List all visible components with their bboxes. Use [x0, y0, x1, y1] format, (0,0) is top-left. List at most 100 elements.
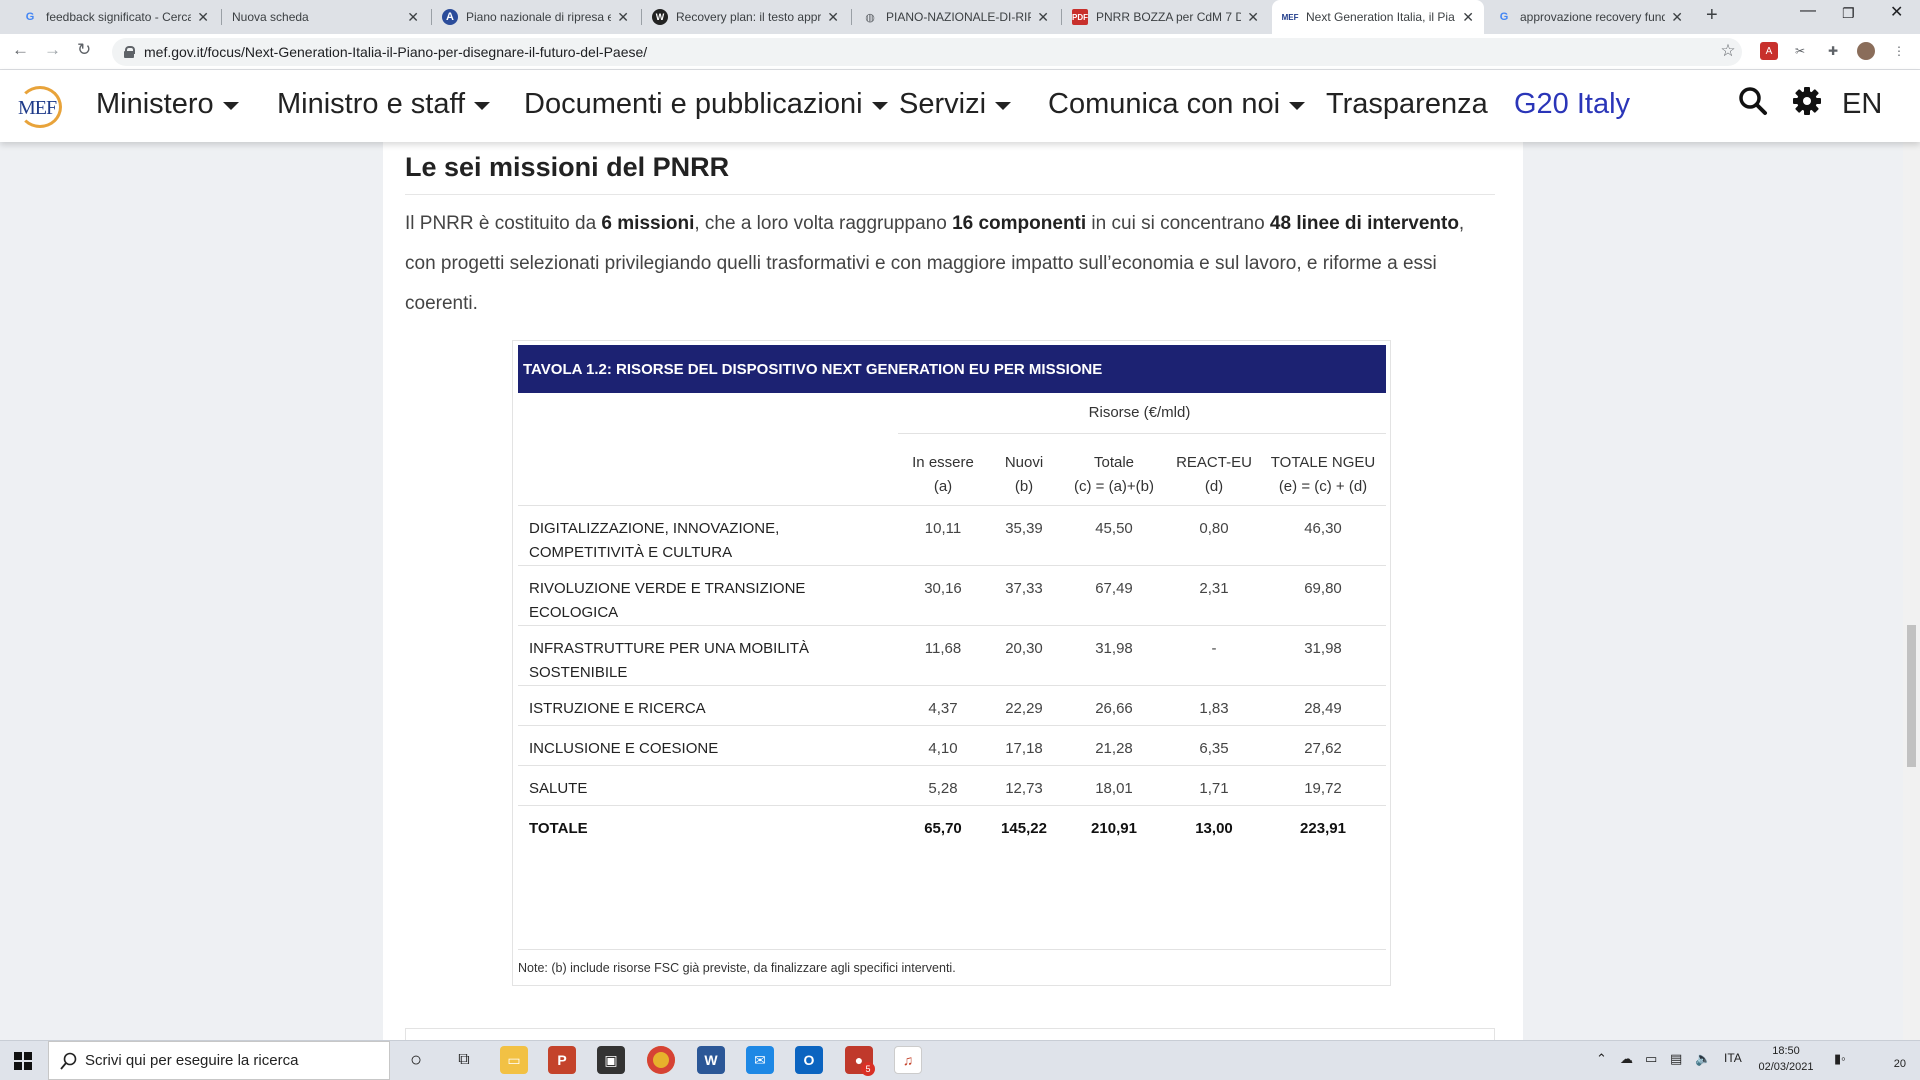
onedrive-icon[interactable]: ☁	[1620, 1051, 1633, 1067]
mef-logo[interactable]: MEF	[16, 84, 66, 130]
table-row-divider	[518, 805, 1386, 806]
table-cell: 4,37	[928, 700, 958, 717]
tab-next-generation[interactable]: MEF Next Generation Italia, il Pia ✕	[1272, 0, 1484, 34]
menu-label: Documenti e pubblicazioni	[524, 88, 863, 120]
input-language[interactable]: ITA	[1724, 1051, 1742, 1065]
menu-servizi[interactable]: Servizi	[899, 88, 1012, 121]
menu-label: G20 Italy	[1514, 88, 1631, 120]
search-icon[interactable]	[1738, 86, 1768, 116]
mail-icon[interactable]: ✉	[746, 1046, 774, 1074]
scrollbar-thumb[interactable]	[1907, 625, 1916, 767]
site-header: MEF Ministero Ministro e staff Documenti…	[0, 70, 1920, 142]
tab-approvazione[interactable]: G approvazione recovery fund ✕	[1486, 0, 1693, 34]
meet-now-icon[interactable]: ▮◦	[1834, 1051, 1846, 1067]
menu-label: Servizi	[899, 88, 987, 120]
restore-icon[interactable]: ❐	[1842, 5, 1855, 22]
windows-start-icon[interactable]	[14, 1052, 32, 1070]
bookmark-star-icon[interactable]: ☆	[1719, 41, 1737, 60]
menu-trasparenza[interactable]: Trasparenza	[1326, 88, 1488, 121]
network-icon[interactable]: ▤	[1670, 1051, 1682, 1067]
outlook-icon[interactable]: O	[795, 1046, 823, 1074]
page-scrollbar[interactable]	[1903, 70, 1920, 1040]
window-close-icon[interactable]: ✕	[1890, 2, 1903, 22]
task-view-circle-icon[interactable]: ○	[402, 1046, 430, 1074]
table-cell: 31,98	[1304, 640, 1342, 657]
action-center-icon[interactable]: 20	[1878, 1050, 1906, 1070]
section-heading: Le sei missioni del PNRR	[405, 152, 730, 182]
close-tab-icon[interactable]: ✕	[197, 9, 209, 26]
tab-piano-nazionale[interactable]: A Piano nazionale di ripresa e ✕	[432, 0, 639, 34]
column-header-line: Nuovi	[1004, 454, 1044, 471]
tab-title: feedback significato - Cerca	[46, 10, 192, 24]
para-bold: 6 missioni	[601, 213, 695, 234]
tray-chevron-icon[interactable]: ⌃	[1596, 1051, 1607, 1067]
new-tab-icon[interactable]: +	[1706, 4, 1718, 27]
table-row-divider	[518, 565, 1386, 566]
close-tab-icon[interactable]: ✕	[1247, 9, 1259, 26]
volume-icon[interactable]: 🔈	[1695, 1051, 1711, 1067]
close-tab-icon[interactable]: ✕	[827, 9, 839, 26]
column-header-line: TOTALE NGEU	[1270, 454, 1376, 471]
gear-icon[interactable]	[1792, 86, 1822, 116]
taskbar-search-box[interactable]: Scrivi qui per eseguire la ricerca	[48, 1041, 390, 1080]
forward-icon[interactable]: →	[44, 40, 61, 60]
tab-piano-pdf[interactable]: ◍ PIANO-NAZIONALE-DI-RIP ✕	[852, 0, 1059, 34]
acrobat-extension-icon[interactable]: A	[1760, 42, 1778, 60]
close-tab-icon[interactable]: ✕	[1462, 9, 1474, 26]
tab-feedback[interactable]: G feedback significato - Cerca ✕	[12, 0, 219, 34]
table-cell: 28,49	[1304, 700, 1342, 717]
chrome-icon[interactable]	[647, 1046, 675, 1074]
clock[interactable]: 18:50 02/03/2021	[1756, 1043, 1816, 1075]
extension-icon[interactable]: ✂	[1791, 42, 1809, 60]
column-header-in-essere: In essere (a)	[898, 451, 988, 499]
puzzle-icon[interactable]: ✚	[1824, 42, 1842, 60]
file-explorer-icon[interactable]: ▭	[500, 1046, 528, 1074]
row-label-line: DIGITALIZZAZIONE, INNOVAZIONE,	[529, 520, 780, 537]
close-tab-icon[interactable]: ✕	[617, 9, 629, 26]
profile-avatar[interactable]	[1857, 42, 1875, 60]
table-row-divider	[518, 505, 1386, 506]
address-bar[interactable]: mef.gov.it/focus/Next-Generation-Italia-…	[112, 38, 1742, 66]
close-tab-icon[interactable]: ✕	[1037, 9, 1049, 26]
column-header-line: Totale	[1093, 454, 1135, 471]
browser-menu-icon[interactable]: ⋮	[1890, 42, 1908, 60]
word-icon[interactable]: W	[697, 1046, 725, 1074]
tab-pnrr-bozza[interactable]: PDF PNRR BOZZA per CdM 7 Di ✕	[1062, 0, 1269, 34]
close-tab-icon[interactable]: ✕	[1671, 9, 1683, 26]
table-cell: 6,35	[1199, 740, 1229, 757]
pdf-icon: PDF	[1072, 9, 1088, 25]
browser-tab-strip: G feedback significato - Cerca ✕ Nuova s…	[0, 0, 1920, 34]
tab-nuova-scheda[interactable]: Nuova scheda ✕	[222, 0, 429, 34]
para-text: , che a loro volta raggruppano	[694, 213, 953, 234]
lock-icon	[124, 46, 135, 58]
table-cell: 21,28	[1095, 740, 1133, 757]
task-view-icon[interactable]: ⧉	[450, 1046, 478, 1074]
menu-g20-italy[interactable]: G20 Italy	[1514, 88, 1630, 121]
column-header-line: (c) = (a)+(b)	[1073, 478, 1154, 495]
menu-ministro-staff[interactable]: Ministro e staff	[277, 88, 491, 121]
battery-icon[interactable]: ▭	[1645, 1051, 1657, 1067]
table-cell: 19,72	[1304, 780, 1342, 797]
clock-date: 02/03/2021	[1758, 1061, 1814, 1073]
table-cell: 27,62	[1304, 740, 1342, 757]
reload-icon[interactable]: ↻	[77, 40, 91, 60]
table-cell: 5,28	[928, 780, 958, 797]
language-switch[interactable]: EN	[1842, 88, 1882, 121]
tab-recovery-plan[interactable]: W Recovery plan: il testo appr ✕	[642, 0, 849, 34]
mef-icon: MEF	[1281, 12, 1299, 22]
column-header-line: (e) = (c) + (d)	[1278, 478, 1368, 495]
itunes-icon[interactable]: ♫	[894, 1046, 922, 1074]
row-label-line: RIVOLUZIONE VERDE E TRANSIZIONE	[529, 580, 806, 597]
menu-comunica[interactable]: Comunica con noi	[1048, 88, 1306, 121]
table-cell: 0,80	[1199, 520, 1229, 537]
para-bold: 16 componenti	[952, 213, 1087, 234]
back-icon[interactable]: ←	[12, 40, 29, 60]
close-tab-icon[interactable]: ✕	[407, 9, 419, 26]
minimize-icon[interactable]: —	[1800, 2, 1816, 20]
menu-documenti[interactable]: Documenti e pubblicazioni	[524, 88, 888, 121]
powerpoint-icon[interactable]: P	[548, 1046, 576, 1074]
menu-ministero[interactable]: Ministero	[96, 88, 239, 121]
total-cell: 145,22	[1001, 820, 1047, 837]
store-icon[interactable]: ▣	[597, 1046, 625, 1074]
table-cell: 1,71	[1199, 780, 1229, 797]
